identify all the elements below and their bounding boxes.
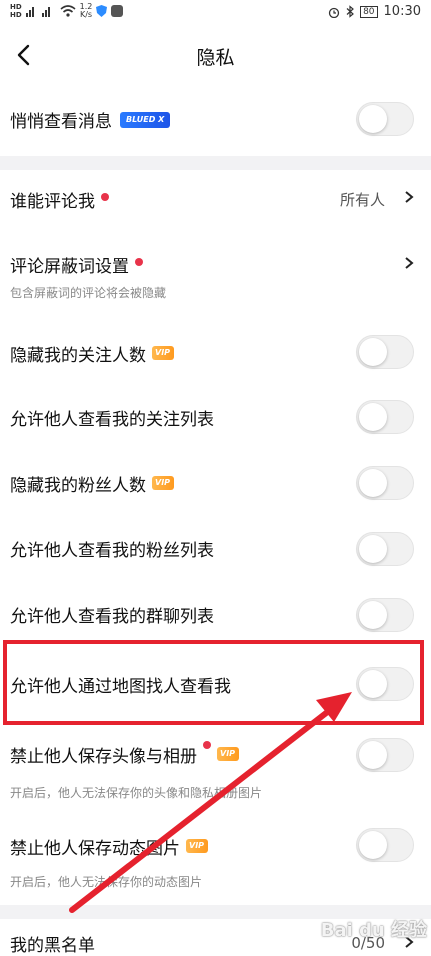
vip-badge: VIP [186, 839, 209, 853]
highlight-box [3, 640, 424, 725]
block-save-feed-toggle[interactable] [356, 828, 414, 862]
vip-badge: VIP [152, 476, 175, 490]
row-comment-filter[interactable]: 评论屏蔽词设置 包含屏蔽词的评论将会被隐藏 [0, 240, 431, 310]
comment-filter-sub: 包含屏蔽词的评论将会被隐藏 [10, 286, 167, 300]
hide-following-toggle[interactable] [356, 335, 414, 369]
signal-icon [25, 7, 50, 17]
toggle-knob [359, 601, 387, 629]
row-who-can-comment[interactable]: 谁能评论我 所有人 [0, 170, 431, 230]
block-save-avatar-label: 禁止他人保存头像与相册 [10, 747, 197, 767]
row-block-save-avatar: 禁止他人保存头像与相册 VIP 开启后，他人无法保存你的头像和隐私相册图片 [0, 728, 431, 810]
chevron-right-icon [405, 191, 414, 203]
allow-following-toggle[interactable] [356, 400, 414, 434]
row-allow-following-list: 允许他人查看我的关注列表 [0, 386, 431, 450]
stealth-read-toggle[interactable] [356, 102, 414, 136]
stealth-read-label: 悄悄查看消息 [10, 112, 112, 132]
toggle-knob [359, 741, 387, 769]
wifi-icon [60, 5, 76, 17]
hide-following-label: 隐藏我的关注人数 [10, 346, 146, 366]
hide-fans-label: 隐藏我的粉丝人数 [10, 476, 146, 496]
nav-bar: 隐私 [0, 26, 431, 86]
new-dot [101, 193, 109, 201]
new-dot [203, 741, 211, 749]
status-bar: HD HD 1.2 K/s 80 10:30 [0, 0, 431, 26]
page-title: 隐私 [196, 47, 235, 69]
who-can-comment-value: 所有人 [339, 191, 385, 209]
shield-icon [96, 5, 108, 17]
row-stealth-read: 悄悄查看消息 BLUED X [0, 86, 431, 156]
status-right: 80 10:30 [328, 4, 421, 19]
blued-x-badge: BLUED X [120, 112, 171, 128]
status-time: 10:30 [383, 4, 421, 19]
allow-following-label: 允许他人查看我的关注列表 [10, 410, 214, 430]
allow-fans-toggle[interactable] [356, 532, 414, 566]
vip-badge: VIP [217, 747, 240, 761]
toggle-knob [359, 535, 387, 563]
section-divider [0, 156, 431, 170]
watermark-logo: Bai du 经验 [320, 920, 427, 941]
comment-filter-label: 评论屏蔽词设置 [10, 257, 129, 277]
toggle-knob [359, 338, 387, 366]
block-save-avatar-toggle[interactable] [356, 738, 414, 772]
status-left: HD HD 1.2 K/s [10, 2, 124, 19]
block-save-feed-label: 禁止他人保存动态图片 [10, 839, 180, 859]
row-hide-following-count: 隐藏我的关注人数 VIP [0, 320, 431, 386]
alarm-icon [328, 7, 340, 18]
toggle-knob [359, 469, 387, 497]
row-allow-group-list: 允许他人查看我的群聊列表 [0, 582, 431, 648]
bluetooth-icon [346, 5, 354, 18]
toggle-knob [359, 831, 387, 859]
row-allow-fans-list: 允许他人查看我的粉丝列表 [0, 516, 431, 582]
hd-signal-icon: HD HD [10, 3, 22, 19]
row-block-save-feed: 禁止他人保存动态图片 VIP 开启后，他人无法保存你的动态图片 [0, 818, 431, 900]
network-speed: 1.2 K/s [79, 2, 93, 19]
toggle-knob [359, 105, 387, 133]
battery-icon: 80 [360, 5, 378, 18]
toggle-knob [359, 403, 387, 431]
who-can-comment-label: 谁能评论我 [10, 192, 95, 212]
allow-group-label: 允许他人查看我的群聊列表 [10, 607, 214, 627]
chevron-right-icon [405, 257, 414, 269]
row-hide-fans-count: 隐藏我的粉丝人数 VIP [0, 450, 431, 516]
allow-group-toggle[interactable] [356, 598, 414, 632]
hide-fans-toggle[interactable] [356, 466, 414, 500]
vip-badge: VIP [152, 346, 175, 360]
allow-fans-label: 允许他人查看我的粉丝列表 [10, 541, 214, 561]
blacklist-label: 我的黑名单 [10, 936, 95, 956]
new-dot [135, 258, 143, 266]
block-save-feed-sub: 开启后，他人无法保存你的动态图片 [10, 875, 203, 889]
block-save-avatar-sub: 开启后，他人无法保存你的头像和隐私相册图片 [10, 786, 263, 800]
app-icon [111, 5, 124, 17]
